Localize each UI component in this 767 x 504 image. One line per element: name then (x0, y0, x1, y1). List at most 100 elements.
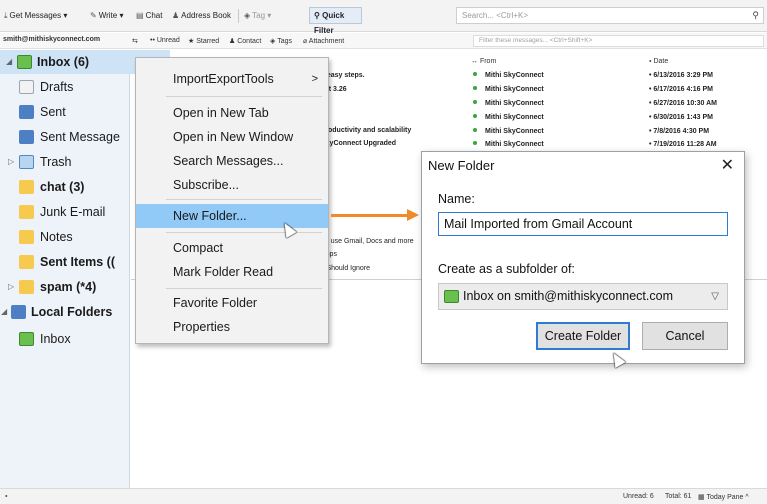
parent-folder-select[interactable]: Inbox on smith@mithiskyconnect.com ▽ (438, 283, 728, 310)
folder-icon (19, 280, 34, 294)
status-dot (473, 114, 477, 118)
menu-separator (166, 288, 322, 289)
download-icon: ⤓ (4, 11, 8, 20)
computer-icon (11, 305, 26, 319)
status-dot (473, 86, 477, 90)
sticky-filter-icon[interactable]: ⇆ (132, 37, 138, 45)
chevron-up-icon: ^ (745, 494, 749, 501)
search-input[interactable]: Search... <Ctrl+K> ⚲ (456, 7, 764, 24)
inbox-icon (444, 290, 459, 303)
unread-count: Unread: 6 (623, 493, 654, 500)
main-toolbar: ⤓ Get Messages ▾ ✎ Write ▾ ▤ Chat ♟ Address … (0, 0, 767, 35)
sent-icon (19, 105, 34, 119)
close-icon[interactable]: ✕ (721, 155, 734, 175)
menu-properties[interactable]: Properties (136, 315, 328, 339)
account-name: smith@mithiskyconnect.com (3, 36, 101, 43)
cancel-button[interactable]: Cancel (642, 322, 728, 350)
search-icon: ⚲ (314, 11, 320, 20)
message-sender[interactable]: Mithi SkyConnect (473, 114, 544, 121)
menu-subscribe[interactable]: Subscribe... (136, 173, 328, 197)
message-subject[interactable]: SkyConnect Upgraded (321, 140, 396, 147)
filter-contact-button[interactable]: ♟ Contact (229, 37, 261, 45)
message-sender[interactable]: Mithi SkyConnect (473, 86, 544, 93)
pencil-icon: ✎ (90, 11, 97, 20)
dialog-title: New Folder (428, 158, 495, 173)
menu-import-export-tools[interactable]: ImportExportTools > (136, 67, 328, 91)
filter-messages-input[interactable]: Filter these messages... <Ctrl+Shift+K> (473, 35, 764, 47)
sent-icon (19, 130, 34, 144)
message-date: • 7/19/2016 11:28 AM (649, 141, 717, 148)
menu-separator (166, 232, 322, 233)
menu-favorite-folder[interactable]: Favorite Folder (136, 291, 328, 315)
column-header-from[interactable]: ↔ From (471, 58, 496, 65)
trash-icon (19, 155, 34, 169)
menu-mark-folder-read[interactable]: Mark Folder Read (136, 260, 328, 284)
message-date: • 6/30/2016 1:43 PM (649, 114, 713, 121)
folder-name-input[interactable]: Mail Imported from Gmail Account (438, 212, 728, 236)
submenu-arrow-icon: > (311, 73, 318, 85)
address-book-icon: ♟ (172, 11, 180, 20)
message-subject[interactable]: an use Gmail, Docs and more (321, 238, 414, 245)
collapse-arrow-icon[interactable]: ◢ (6, 50, 12, 74)
folder-icon (19, 255, 34, 269)
new-folder-dialog: New Folder ✕ Name: Mail Imported from Gm… (421, 151, 745, 364)
message-date: • 6/13/2016 3:29 PM (649, 72, 713, 79)
write-button[interactable]: ✎ Write ▾ (90, 9, 123, 23)
tag-icon: ◈ (244, 11, 251, 20)
filter-unread-button[interactable]: •• Unread (150, 37, 180, 44)
message-sender[interactable]: Mithi SkyConnect (473, 72, 544, 79)
dropdown-arrow-icon[interactable]: ▾ (63, 11, 67, 20)
menu-compact[interactable]: Compact (136, 236, 328, 260)
message-subject[interactable]: productivity and scalability (321, 127, 411, 134)
expand-arrow-icon[interactable]: ▷ (8, 150, 14, 174)
folder-pane: ◢ Inbox (6) Drafts Sent Sent Message ▷ T… (0, 50, 170, 488)
create-folder-button[interactable]: Create Folder (536, 322, 630, 350)
calendar-icon: ▦ (698, 494, 705, 501)
chat-icon: ▤ (136, 11, 144, 20)
message-sender[interactable]: Mithi SkyConnect (473, 100, 544, 107)
folder-icon (19, 205, 34, 219)
filter-tags-button[interactable]: ◈ Tags (270, 37, 292, 45)
drafts-icon (19, 80, 34, 94)
column-header-date[interactable]: ⬩ Date (649, 58, 668, 66)
status-bar: ⬩ Unread: 6 Total: 61 ▦ Today Pane ^ (0, 488, 767, 504)
inbox-icon (17, 55, 32, 69)
collapse-arrow-icon[interactable]: ◢ (1, 300, 7, 324)
subfolder-label: Create as a subfolder of: (438, 262, 575, 276)
message-sender[interactable]: Mithi SkyConnect (473, 141, 544, 148)
chat-button[interactable]: ▤ Chat (136, 9, 162, 23)
chevron-down-icon: ▽ (711, 291, 719, 302)
folder-context-menu: ImportExportTools > Open in New Tab Open … (135, 57, 329, 344)
folder-icon (19, 180, 34, 194)
name-label: Name: (438, 192, 475, 206)
toolbar-separator (238, 9, 239, 23)
today-pane-toggle[interactable]: ▦ Today Pane ^ (698, 493, 749, 501)
menu-open-new-window[interactable]: Open in New Window (136, 125, 328, 149)
annotation-arrow (331, 214, 409, 217)
filter-starred-button[interactable]: ★ Starred (188, 37, 219, 45)
menu-separator (166, 199, 322, 200)
quick-filter-button[interactable]: ⚲ Quick Filter (309, 7, 362, 35)
total-count: Total: 61 (665, 493, 692, 500)
status-dot (473, 128, 477, 132)
status-dot (473, 72, 477, 76)
menu-open-new-tab[interactable]: Open in New Tab (136, 101, 328, 125)
message-sender[interactable]: Mithi SkyConnect (473, 128, 544, 135)
dropdown-arrow-icon[interactable]: ▾ (119, 11, 123, 20)
annotation-arrow-head-icon (407, 209, 419, 221)
message-date: • 6/27/2016 10:30 AM (649, 100, 717, 107)
status-dot (473, 141, 477, 145)
status-dot (473, 100, 477, 104)
menu-new-folder[interactable]: New Folder... (136, 204, 328, 228)
folder-icon (19, 230, 34, 244)
tag-button[interactable]: ◈ Tag ▾ (244, 9, 271, 23)
message-date: • 7/8/2016 4:30 PM (649, 128, 710, 135)
filter-attachment-button[interactable]: ⌀ Attachment (303, 37, 344, 45)
menu-search-messages[interactable]: Search Messages... (136, 149, 328, 173)
address-book-button[interactable]: ♟ Address Book (172, 9, 231, 23)
search-icon[interactable]: ⚲ (752, 8, 759, 23)
expand-arrow-icon[interactable]: ▷ (8, 275, 14, 299)
filter-bar: smith@mithiskyconnect.com ⇆ •• Unread ★ … (0, 33, 767, 49)
connection-icon: ⬩ (5, 493, 8, 500)
get-messages-button[interactable]: ⤓ Get Messages ▾ (4, 9, 67, 23)
